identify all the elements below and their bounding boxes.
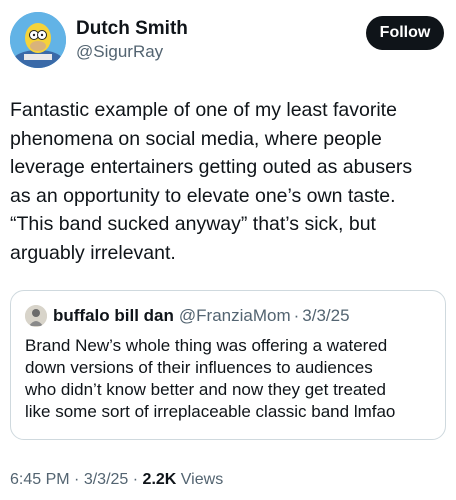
quoted-separator: · xyxy=(293,306,300,325)
views-count[interactable]: 2.2K xyxy=(143,471,177,488)
quoted-tweet-text: Brand New’s whole thing was offering a w… xyxy=(25,336,396,421)
tweet-meta: 6:45 PM · 3/3/25 · 2.2K Views xyxy=(10,471,223,489)
tweet-time[interactable]: 6:45 PM xyxy=(10,471,70,488)
author-handle[interactable]: @SigurRay xyxy=(76,41,188,63)
quoted-author-avatar[interactable] xyxy=(25,305,47,327)
quoted-author-handle[interactable]: @FranziaMom xyxy=(179,306,291,326)
quoted-author-name[interactable]: buffalo bill dan xyxy=(53,306,174,326)
quoted-tweet-header: buffalo bill dan @FranziaMom · 3/3/25 xyxy=(25,305,350,327)
tweet-text: Fantastic example of one of my least fav… xyxy=(10,99,413,264)
quoted-avatar-icon xyxy=(25,305,47,327)
author-display-name[interactable]: Dutch Smith xyxy=(76,18,188,40)
meta-separator: · xyxy=(74,471,80,488)
cartoon-character-avatar-icon xyxy=(10,12,66,68)
tweet-date[interactable]: 3/3/25 xyxy=(84,471,128,488)
quoted-tweet[interactable]: buffalo bill dan @FranziaMom · 3/3/25 Br… xyxy=(10,290,446,440)
meta-separator-2: · xyxy=(132,471,139,488)
follow-button[interactable]: Follow xyxy=(366,16,444,50)
quoted-date[interactable]: 3/3/25 xyxy=(302,306,349,326)
author-avatar[interactable] xyxy=(10,12,66,68)
views-label: Views xyxy=(180,471,224,488)
tweet-header: Dutch Smith @SigurRay Follow xyxy=(10,12,446,72)
